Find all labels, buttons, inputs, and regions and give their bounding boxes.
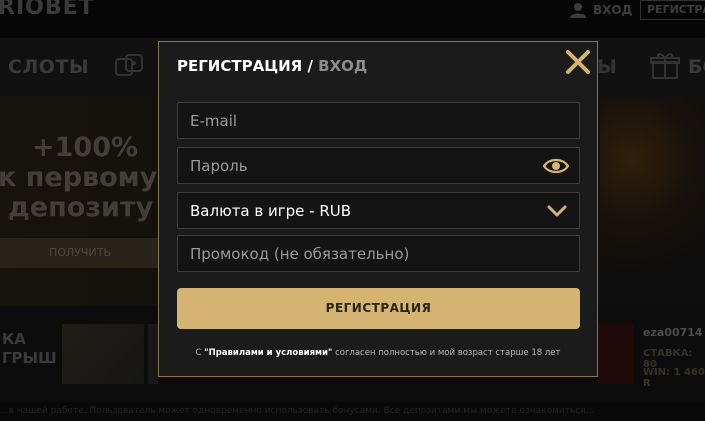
chevron-down-icon: [547, 205, 567, 217]
terms-suffix: согласен полностью и мой возраст старше …: [332, 348, 561, 358]
terms-notice: С "Правилами и условиями" согласен полно…: [159, 348, 597, 358]
email-field-wrapper: [177, 102, 580, 139]
registration-modal: РЕГИСТРАЦИЯ / ВХОД Валюта в игре - RUB Р…: [158, 41, 598, 377]
tab-login[interactable]: ВХОД: [318, 57, 367, 75]
currency-select[interactable]: Валюта в игре - RUB: [177, 192, 580, 229]
terms-prefix: С: [195, 348, 205, 358]
modal-title: РЕГИСТРАЦИЯ / ВХОД: [177, 57, 367, 75]
email-field[interactable]: [190, 103, 530, 138]
password-field-wrapper: [177, 147, 580, 184]
title-separator: /: [302, 57, 319, 75]
close-icon[interactable]: [564, 48, 592, 76]
register-submit-button[interactable]: РЕГИСТРАЦИЯ: [177, 288, 580, 329]
eye-icon[interactable]: [543, 157, 569, 175]
terms-link[interactable]: "Правилами и условиями": [204, 348, 332, 358]
promo-field-wrapper: [177, 235, 580, 272]
tab-register[interactable]: РЕГИСТРАЦИЯ: [177, 57, 302, 75]
currency-selected-value: Валюта в игре - RUB: [190, 202, 352, 220]
promo-code-field[interactable]: [190, 236, 530, 271]
password-field[interactable]: [190, 148, 530, 183]
